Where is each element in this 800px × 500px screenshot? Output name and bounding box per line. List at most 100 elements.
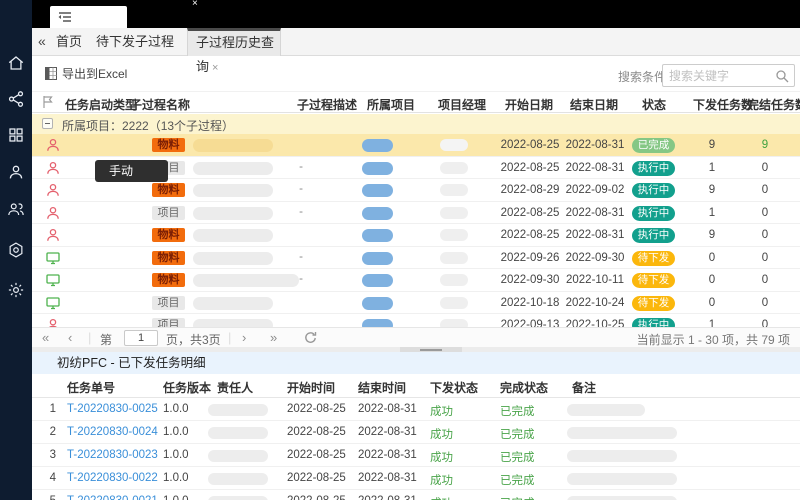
user-icon[interactable] xyxy=(7,163,25,181)
panel-splitter[interactable] xyxy=(32,347,800,352)
apps-grid-icon[interactable] xyxy=(7,126,25,144)
next-page-button[interactable]: › xyxy=(242,330,246,345)
search-icon[interactable] xyxy=(775,69,789,83)
window-close-icon[interactable]: × xyxy=(192,0,198,9)
col-task-version[interactable]: 任务版本 xyxy=(163,379,211,396)
col-project-manager[interactable]: 项目经理 xyxy=(438,96,486,113)
prev-page-button[interactable]: ‹ xyxy=(68,330,72,345)
group-row[interactable]: 所属项目：2222（13个子过程） xyxy=(32,114,800,134)
col-remark[interactable]: 备注 xyxy=(572,379,596,396)
refresh-icon[interactable] xyxy=(304,331,317,347)
first-page-button[interactable]: « xyxy=(42,330,49,345)
page-number-input[interactable] xyxy=(124,330,158,346)
tabs-scroll-left-icon[interactable]: « xyxy=(38,33,46,49)
finished-count: 0 xyxy=(761,206,769,219)
table-row[interactable]: 物料 - 2022-09-26 2022-09-30 待下发 0 0 xyxy=(32,246,800,269)
task-no-link[interactable]: T-20220830-0025 xyxy=(67,403,158,415)
end-date: 2022-10-24 xyxy=(565,296,625,309)
col-finished-count[interactable]: 完结任务数 xyxy=(747,96,800,113)
share-icon[interactable] xyxy=(7,90,25,108)
splitter-grip-icon[interactable] xyxy=(400,347,462,352)
excel-icon xyxy=(45,67,57,80)
search-input[interactable] xyxy=(669,66,774,85)
launch-type-badge: 物料 xyxy=(152,183,185,197)
tab-home[interactable]: 首页 xyxy=(56,28,82,56)
col-start-date[interactable]: 开始日期 xyxy=(505,96,553,113)
tab-subprocess-history[interactable]: 子过程历史查询 × xyxy=(187,28,281,74)
project-redacted xyxy=(362,251,393,265)
col-end-time[interactable]: 结束时间 xyxy=(358,379,406,396)
end-date: 2022-08-31 xyxy=(565,139,625,151)
col-subprocess-name[interactable]: 子过程名称 xyxy=(130,96,190,113)
detail-row[interactable]: 4 T-20220830-0022 1.0.0 2022-08-25 2022-… xyxy=(32,467,800,490)
manager-redacted xyxy=(440,139,468,151)
collapse-group-icon[interactable] xyxy=(42,118,53,129)
col-subprocess-desc[interactable]: 子过程描述 xyxy=(297,96,357,113)
remark-redacted xyxy=(567,496,677,500)
subprocess-desc: - xyxy=(299,160,303,173)
table-row[interactable]: 物料 - 2022-09-30 2022-10-11 待下发 0 0 xyxy=(32,269,800,292)
tab-pending-subprocess[interactable]: 待下发子过程 xyxy=(96,28,174,56)
subprocess-name-redacted xyxy=(193,139,273,152)
col-owner[interactable]: 责任人 xyxy=(217,379,253,396)
task-no-link[interactable]: T-20220830-0023 xyxy=(67,449,158,461)
task-no-link[interactable]: T-20220830-0024 xyxy=(67,426,158,438)
users-icon[interactable] xyxy=(7,200,25,218)
launch-type-badge: 物料 xyxy=(152,138,185,152)
auto-monitor-icon xyxy=(46,296,60,309)
pager-summary: 当前显示 1 - 30 项，共 79 项 xyxy=(636,333,790,347)
col-issue-status[interactable]: 下发状态 xyxy=(430,379,478,396)
last-page-button[interactable]: » xyxy=(270,330,277,345)
home-icon[interactable] xyxy=(7,54,25,72)
export-excel-button[interactable]: 导出到Excel xyxy=(45,63,127,85)
detail-table-header: 任务单号 任务版本 责任人 开始时间 结束时间 下发状态 完成状态 备注 xyxy=(32,374,800,398)
col-end-date[interactable]: 结束日期 xyxy=(570,96,618,113)
launch-type-icon xyxy=(46,228,60,242)
detail-row[interactable]: 5 T-20220830-0021 1.0.0 2022-08-25 2022-… xyxy=(32,490,800,500)
col-project[interactable]: 所属项目 xyxy=(367,96,415,113)
end-time: 2022-08-31 xyxy=(358,426,417,438)
start-date: 2022-10-18 xyxy=(500,296,560,309)
hexagon-settings-icon[interactable] xyxy=(7,241,25,259)
col-complete-status[interactable]: 完成状态 xyxy=(500,379,548,396)
start-date: 2022-08-25 xyxy=(500,229,560,241)
col-status[interactable]: 状态 xyxy=(642,96,666,113)
launch-type-badge: 项目 xyxy=(152,205,185,220)
detail-table-body: 1 T-20220830-0025 1.0.0 2022-08-25 2022-… xyxy=(32,398,800,500)
status-badge: 执行中 xyxy=(632,228,675,243)
group-label: 所属项目：2222（13个子过程） xyxy=(62,119,235,133)
task-version: 1.0.0 xyxy=(163,472,189,484)
detail-row[interactable]: 2 T-20220830-0024 1.0.0 2022-08-25 2022-… xyxy=(32,421,800,444)
task-no-link[interactable]: T-20220830-0022 xyxy=(67,472,158,484)
owner-redacted xyxy=(208,450,268,462)
task-no-link[interactable]: T-20220830-0021 xyxy=(67,495,158,500)
detail-row[interactable]: 3 T-20220830-0023 1.0.0 2022-08-25 2022-… xyxy=(32,444,800,467)
col-launch-type[interactable]: 任务启动类型 xyxy=(65,96,137,113)
col-task-no[interactable]: 任务单号 xyxy=(67,379,115,396)
status-badge: 待下发 xyxy=(632,250,675,266)
table-row[interactable]: 物料 2022-08-25 2022-08-31 执行中 9 0 xyxy=(32,224,800,247)
table-row[interactable]: 物料 2022-08-25 2022-08-31 已完成 9 9 xyxy=(32,134,800,157)
end-date: 2022-08-31 xyxy=(565,206,625,219)
col-issued-count[interactable]: 下发任务数 xyxy=(693,96,753,113)
pager-divider: | xyxy=(88,330,92,345)
export-excel-label: 导出到Excel xyxy=(62,67,128,81)
col-start-time[interactable]: 开始时间 xyxy=(287,379,335,396)
status-badge: 待下发 xyxy=(632,295,675,311)
tab-close-icon[interactable]: × xyxy=(212,62,218,74)
manual-person-icon xyxy=(47,161,59,174)
detail-row[interactable]: 1 T-20220830-0025 1.0.0 2022-08-25 2022-… xyxy=(32,398,800,421)
table-row[interactable]: 项目 - 2022-08-25 2022-08-31 执行中 1 0 xyxy=(32,201,800,224)
gear-icon[interactable] xyxy=(7,281,25,299)
start-time: 2022-08-25 xyxy=(287,449,346,461)
table-row[interactable]: 项目 2022-10-18 2022-10-24 待下发 0 0 xyxy=(32,291,800,314)
auto-monitor-icon xyxy=(46,251,60,264)
search-condition-label: 搜索条件 xyxy=(618,70,667,84)
window-tab[interactable] xyxy=(50,6,127,28)
end-date: 2022-08-31 xyxy=(565,229,625,241)
subprocess-desc: - xyxy=(299,183,303,195)
status-badge: 执行中 xyxy=(632,160,675,176)
flag-icon xyxy=(42,95,53,112)
end-date: 2022-10-11 xyxy=(566,274,624,286)
table-row[interactable]: 物料 - 2022-08-29 2022-09-02 执行中 9 0 xyxy=(32,179,800,202)
